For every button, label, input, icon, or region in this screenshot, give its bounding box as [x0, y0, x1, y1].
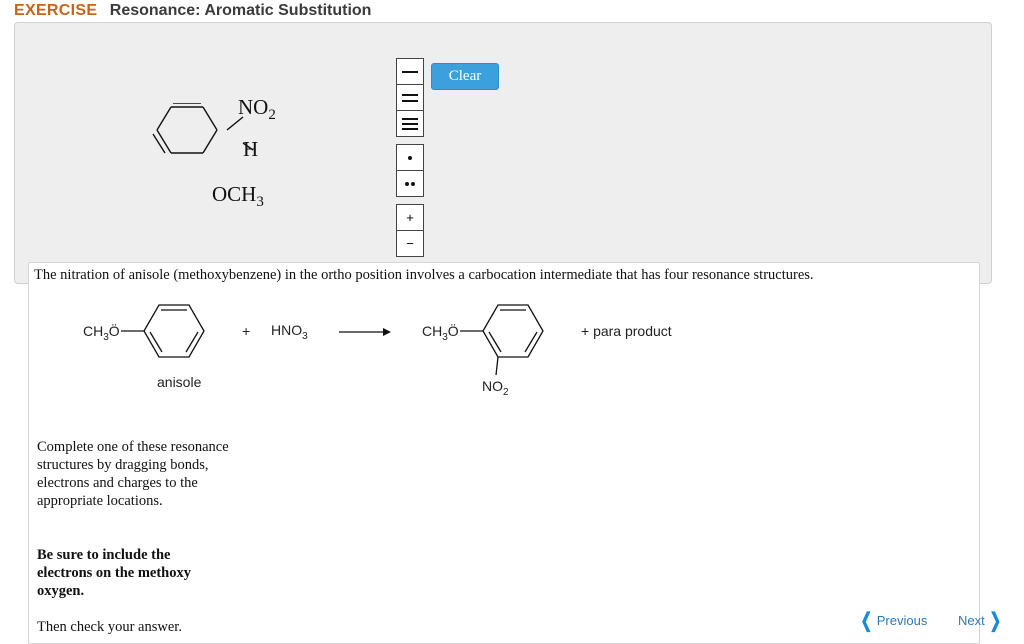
- negative-charge-tool[interactable]: −: [397, 231, 423, 256]
- double-bond-tool[interactable]: [397, 85, 423, 111]
- hydrogen-label[interactable]: H: [243, 137, 258, 162]
- chevron-left-icon: ❮: [860, 610, 873, 632]
- check-answer-text: Then check your answer.: [37, 619, 182, 635]
- methoxy-group-label[interactable]: OCH3: [212, 182, 264, 211]
- clear-button[interactable]: Clear: [431, 63, 499, 90]
- drawing-canvas[interactable]: NO2 H OCH3 + − Clear: [14, 22, 992, 284]
- plus-charge-icon: +: [406, 210, 414, 225]
- next-label: Next: [958, 613, 985, 628]
- positive-charge-tool[interactable]: +: [397, 205, 423, 231]
- nitro-group-label[interactable]: NO2: [238, 95, 276, 124]
- single-bond-icon: [402, 70, 418, 73]
- electron-pair-icon: [405, 181, 415, 186]
- ortho-nitroanisole-structure: [460, 304, 544, 376]
- triple-bond-tool[interactable]: [397, 111, 423, 136]
- drawing-toolbar: + −: [396, 58, 424, 257]
- exercise-title: Resonance: Aromatic Substitution: [109, 2, 372, 19]
- chevron-right-icon: ❯: [989, 610, 1001, 632]
- para-product-label: + para product: [581, 323, 672, 339]
- reactant-methoxy-label: CH3Ö: [83, 323, 120, 343]
- bond-tool-group: [396, 58, 424, 137]
- previous-label: Previous: [876, 613, 928, 628]
- nitric-acid-label: HNO3: [271, 322, 308, 342]
- product-nitro-label: NO2: [482, 378, 509, 398]
- reaction-plus-sign: +: [242, 323, 251, 339]
- instructions-text: Complete one of these resonance structur…: [37, 439, 229, 509]
- question-prompt: The nitration of anisole (methoxybenzene…: [34, 267, 814, 283]
- previous-button[interactable]: ❮ Previous: [858, 608, 928, 633]
- reaction-arrow: [339, 328, 391, 336]
- single-bond-tool[interactable]: [397, 59, 423, 85]
- exercise-label: EXERCISE: [14, 2, 98, 19]
- triple-bond-icon: [402, 117, 418, 130]
- electron-pair-tool[interactable]: [397, 171, 423, 196]
- product-methoxy-label: CH3Ö: [422, 323, 459, 343]
- methoxy-electrons-note: Be sure to include the electrons on the …: [37, 547, 191, 599]
- single-electron-tool[interactable]: [397, 145, 423, 171]
- double-bond-icon: [402, 93, 418, 102]
- electron-tool-group: [396, 144, 424, 197]
- anisole-label: anisole: [157, 374, 202, 390]
- charge-tool-group: + −: [396, 204, 424, 257]
- next-button[interactable]: Next ❯: [958, 608, 1004, 633]
- exercise-header: EXERCISE Resonance: Aromatic Substitutio…: [14, 2, 371, 20]
- question-panel: The nitration of anisole (methoxybenzene…: [28, 262, 980, 644]
- single-electron-icon: [408, 155, 412, 160]
- minus-charge-icon: −: [406, 236, 414, 251]
- anisole-structure: [121, 304, 205, 358]
